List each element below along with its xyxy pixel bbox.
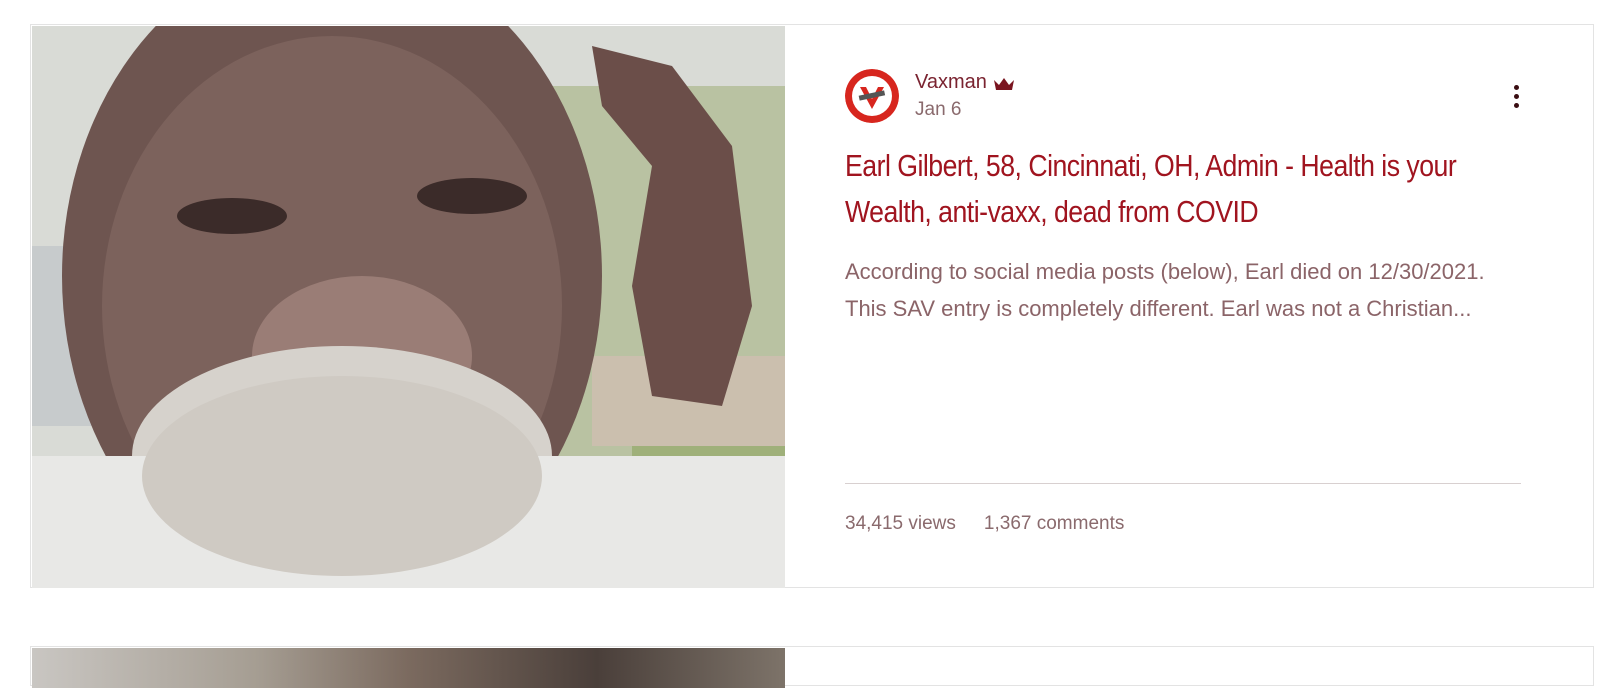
author-avatar[interactable] [845, 69, 899, 123]
post-content: Vaxman Jan 6 Earl Gilbert, 58, Cincinnat… [785, 25, 1593, 587]
post-photo-graphic [32, 26, 785, 588]
divider [845, 483, 1521, 484]
crown-icon [993, 75, 1015, 91]
views-count: 34,415 views [845, 513, 956, 534]
next-post-card[interactable] [30, 646, 1594, 688]
author-name[interactable]: Vaxman [915, 71, 987, 94]
post-card[interactable]: Vaxman Jan 6 Earl Gilbert, 58, Cincinnat… [30, 24, 1594, 588]
post-stats: 34,415 views 1,367 comments [845, 513, 1124, 535]
next-post-image[interactable] [32, 648, 785, 688]
author-row: Vaxman Jan 6 [845, 69, 1015, 123]
comments-count[interactable]: 1,367 comments [984, 513, 1124, 535]
post-title[interactable]: Earl Gilbert, 58, Cincinnati, OH, Admin … [845, 143, 1524, 235]
post-excerpt: According to social media posts (below),… [845, 259, 1485, 321]
author-line: Vaxman [915, 71, 1015, 94]
post-image[interactable] [32, 26, 785, 588]
post-date: Jan 6 [915, 99, 962, 120]
more-options-icon[interactable] [1505, 81, 1527, 111]
author-meta: Vaxman Jan 6 [915, 71, 1015, 121]
